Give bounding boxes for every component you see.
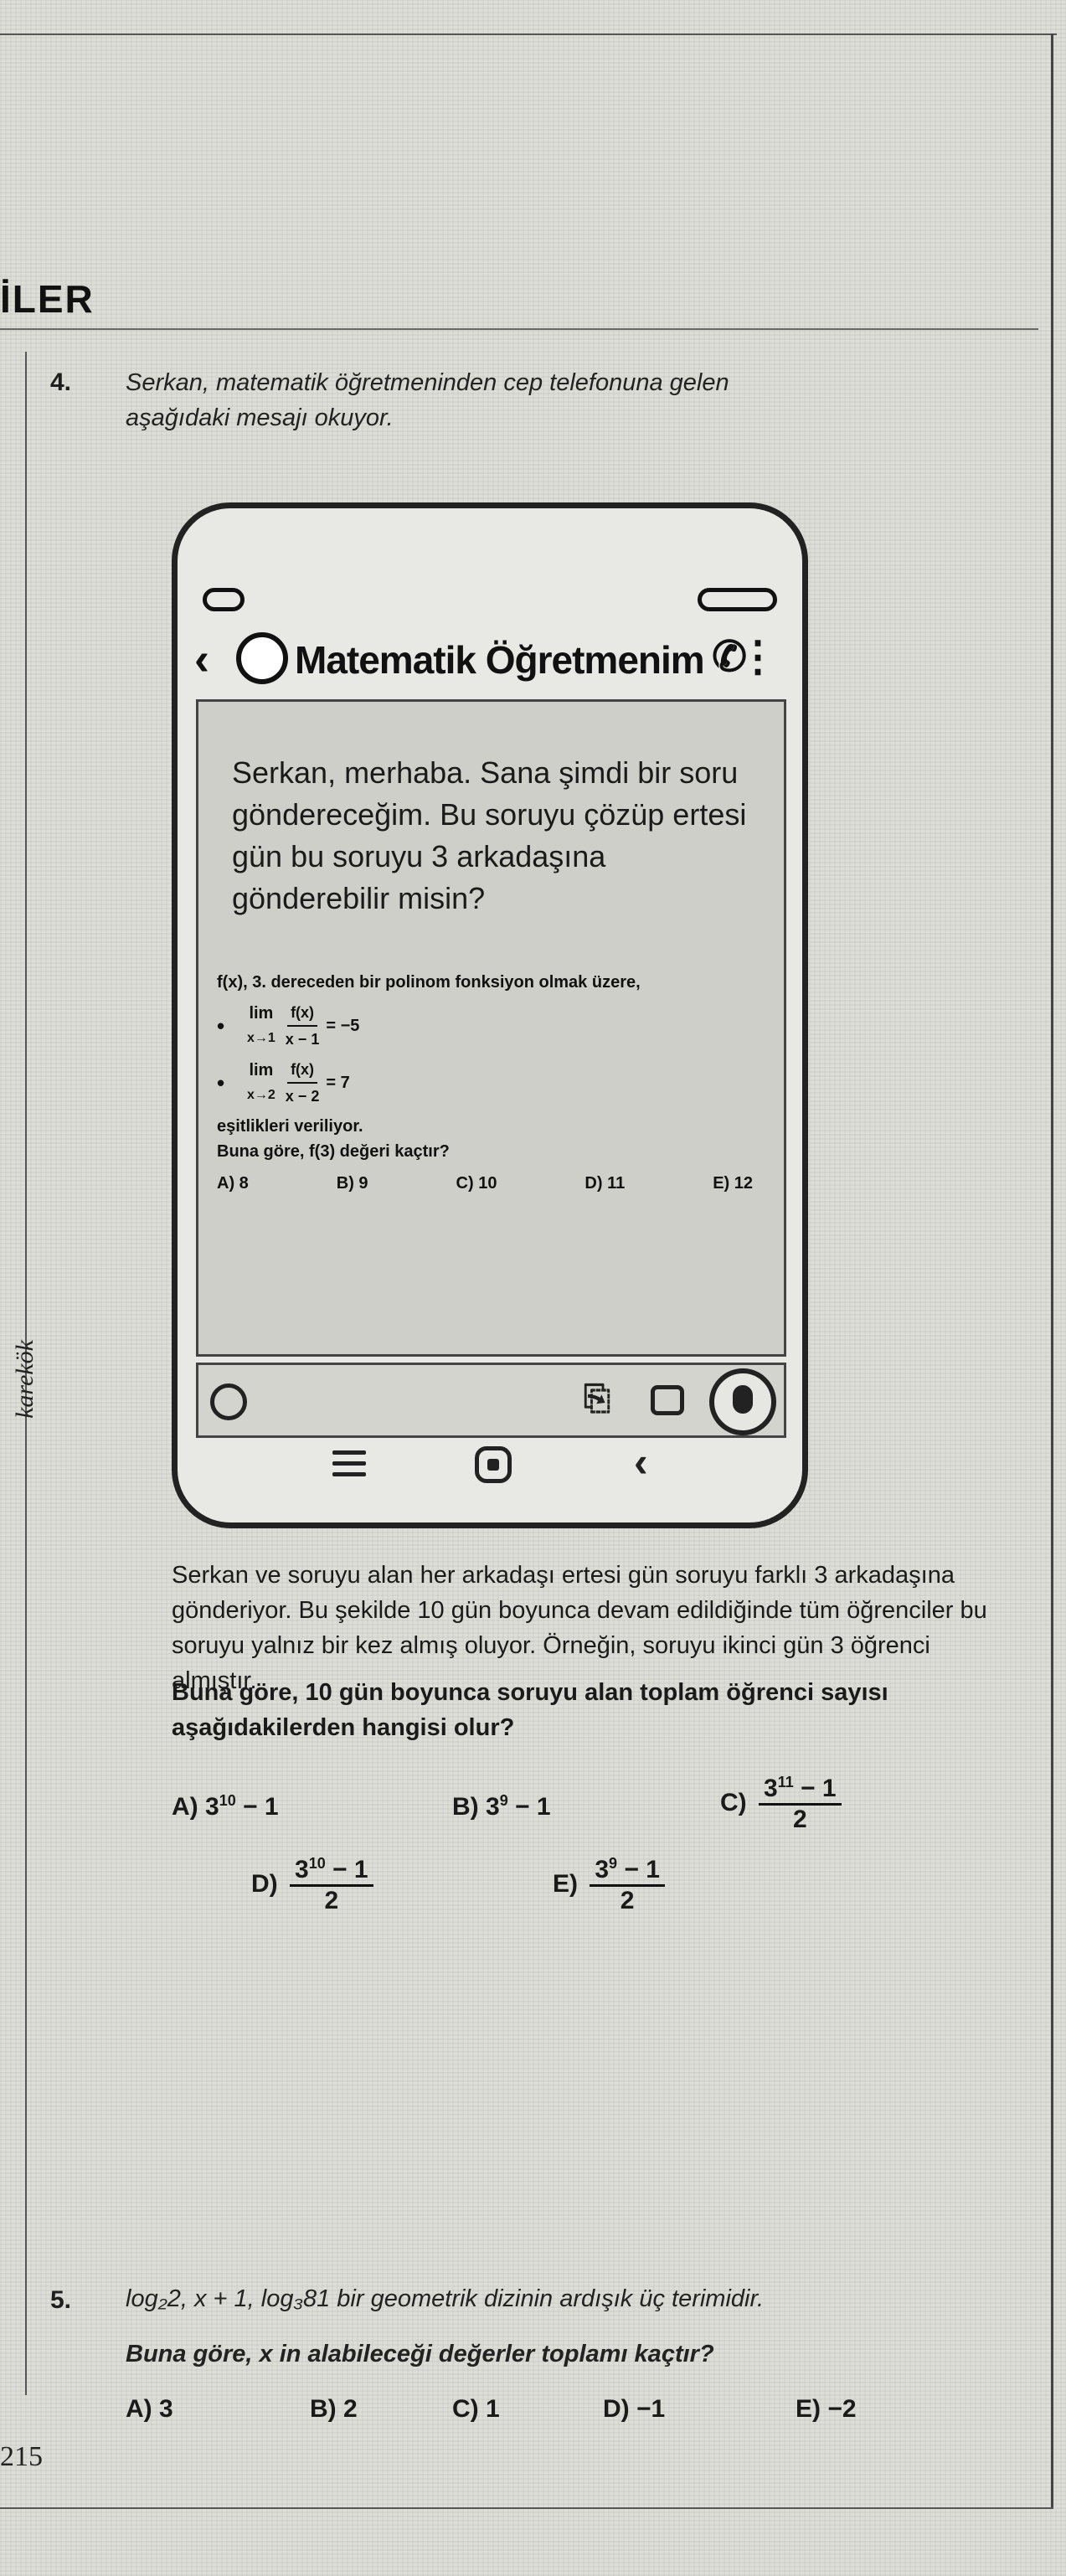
question-4-intro-line1: Serkan, matematik öğretmeninden cep tele… [126, 369, 729, 396]
option-b[interactable]: B) 39 − 1 [452, 1792, 551, 1821]
chat-message: Serkan, merhaba. Sana şimdi bir soru gön… [232, 755, 747, 915]
bullet-icon: • [217, 1070, 225, 1095]
embedded-option-e[interactable]: E) 12 [713, 1171, 753, 1196]
page-frame-bottom [0, 2507, 1053, 2509]
q5-option-d[interactable]: D) −1 [603, 2395, 665, 2424]
q5-option-e[interactable]: E) −2 [796, 2395, 857, 2424]
q5-option-b[interactable]: B) 2 [310, 2395, 358, 2424]
section-title: İLER [0, 277, 95, 321]
question-4-number: 4. [50, 368, 72, 396]
embedded-question-given: eşitlikleri veriliyor. [217, 1117, 363, 1136]
option-a[interactable]: A) 310 − 1 [172, 1792, 279, 1821]
chat-input-bar[interactable]: ⎘ [196, 1363, 786, 1438]
page-number: 215 [0, 2441, 43, 2472]
embedded-question: f(x), 3. dereceden bir polinom fonksiyon… [217, 970, 770, 1196]
limit-2-operator: lim x→2 [247, 1061, 276, 1102]
limit-2-result: = 7 [326, 1074, 350, 1092]
page-frame-top [0, 33, 1057, 35]
page: İLER karekök 4. Serkan, matematik öğretm… [0, 0, 1066, 2576]
side-brand-label: karekök [11, 1340, 39, 1419]
microphone-button[interactable] [709, 1368, 776, 1435]
embedded-option-a[interactable]: A) 8 [217, 1171, 249, 1196]
q5-option-c[interactable]: C) 1 [452, 2395, 500, 2424]
emoji-icon[interactable] [210, 1383, 247, 1420]
header-divider [0, 328, 1038, 330]
question-4-intro-line2: aşağıdaki mesajı okuyor. [126, 404, 394, 431]
embedded-option-b[interactable]: B) 9 [337, 1171, 368, 1196]
limit-1-result: = −5 [326, 1017, 360, 1035]
status-bar-left-icon [203, 588, 245, 611]
option-d[interactable]: D) 310 − 12 [251, 1855, 373, 1915]
embedded-option-d[interactable]: D) 11 [584, 1171, 625, 1196]
chat-header: ‹ Matematik Öğretmenim ✆ ⋮ [194, 626, 789, 693]
embedded-question-ask: Buna göre, f(3) değeri kaçtır? [217, 1142, 450, 1161]
more-menu-icon[interactable]: ⋮ [737, 632, 779, 681]
embedded-question-stem: f(x), 3. dereceden bir polinom fonksiyon… [217, 973, 641, 992]
limit-1-row: • lim x→1 f(x) x − 1 = −5 [217, 1000, 770, 1052]
limit-1-fraction: f(x) x − 1 [282, 1000, 323, 1052]
limit-2-fraction: f(x) x − 2 [282, 1057, 323, 1109]
option-c[interactable]: C) 311 − 12 [720, 1774, 842, 1834]
question-5-stem: log₂2, x + 1, log₃81 bir geometrik dizin… [126, 2285, 765, 2312]
camera-icon[interactable] [651, 1385, 684, 1415]
embedded-option-c[interactable]: C) 10 [456, 1171, 497, 1196]
contact-name: Matematik Öğretmenim [295, 638, 705, 682]
status-bar-battery-icon [698, 588, 777, 611]
limit-1-operator: lim x→1 [247, 1004, 276, 1045]
q5-option-a[interactable]: A) 3 [126, 2395, 173, 2424]
embedded-question-options: A) 8 B) 9 C) 10 D) 11 E) 12 [217, 1171, 753, 1196]
limit-2-row: • lim x→2 f(x) x − 2 = 7 [217, 1057, 770, 1109]
microphone-icon [733, 1385, 753, 1414]
question-4-prompt: Buna göre, 10 gün boyunca soruyu alan to… [172, 1679, 888, 1741]
option-e[interactable]: E) 39 − 12 [553, 1855, 665, 1915]
nav-home-icon[interactable] [475, 1446, 512, 1483]
phone-mockup: ‹ Matematik Öğretmenim ✆ ⋮ Serkan, merha… [172, 502, 808, 1528]
nav-recents-icon[interactable] [332, 1450, 366, 1479]
nav-back-icon[interactable]: ‹ [634, 1438, 648, 1486]
page-frame-right [1051, 33, 1053, 2508]
contact-avatar-icon [236, 632, 288, 684]
question-5-number: 5. [50, 2286, 72, 2314]
attachment-icon[interactable]: ⎘ [584, 1380, 610, 1418]
bullet-icon: • [217, 1013, 225, 1038]
chat-area: Serkan, merhaba. Sana şimdi bir soru gön… [196, 699, 786, 1357]
question-4-intro: Serkan, matematik öğretmeninden cep tele… [126, 365, 1013, 435]
question-5-prompt: Buna göre, x in alabileceği değerler top… [126, 2341, 714, 2367]
back-arrow-icon[interactable]: ‹ [194, 634, 209, 684]
